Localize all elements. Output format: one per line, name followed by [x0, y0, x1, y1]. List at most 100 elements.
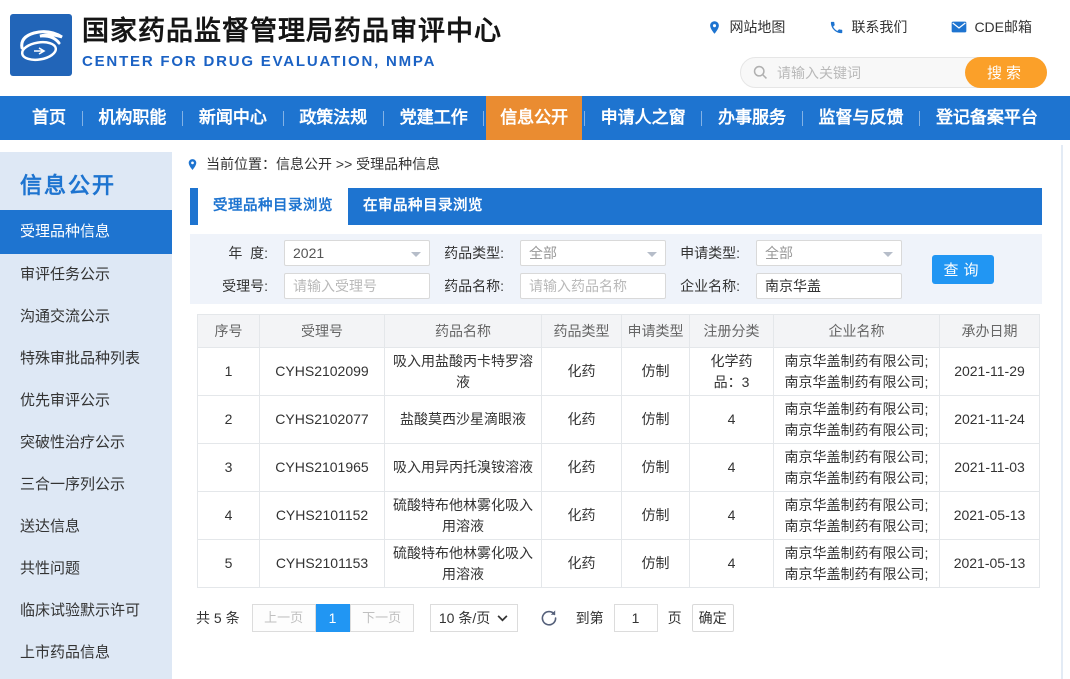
cell-drug-type: 化药: [542, 396, 622, 444]
sidebar-item-three-in-one[interactable]: 三合一序列公示: [0, 464, 172, 506]
nav-item-registration-platform[interactable]: 登记备案平台: [922, 96, 1052, 140]
nav-item-applicant-window[interactable]: 申请人之窗: [587, 96, 700, 140]
cell-drug-type: 化药: [542, 540, 622, 588]
nav-item-home[interactable]: 首页: [18, 96, 80, 140]
apply-type-select[interactable]: 全部: [756, 240, 902, 266]
nav-item-news[interactable]: 新闻中心: [185, 96, 281, 140]
phone-icon: [829, 20, 844, 35]
nav-item-functions[interactable]: 机构职能: [84, 96, 180, 140]
drug-type-select[interactable]: 全部: [520, 240, 666, 266]
sidebar-item-priority-review[interactable]: 优先审评公示: [0, 380, 172, 422]
main-nav: 首页 机构职能 新闻中心 政策法规 党建工作 信息公开 申请人之窗 办事服务 监…: [0, 96, 1070, 140]
year-select-value: 2021: [293, 245, 324, 261]
sidebar-item-marketed-drugs[interactable]: 上市药品信息: [0, 632, 172, 674]
cell-date: 2021-11-29: [940, 348, 1040, 396]
sidebar-item-review-tasks[interactable]: 审评任务公示: [0, 254, 172, 296]
table-row: 4 CYHS2101152 硫酸特布他林雾化吸入用溶液 化药 仿制 4 南京华盖…: [198, 492, 1040, 540]
current-page-button[interactable]: 1: [316, 604, 350, 632]
col-header-drug-type: 药品类型: [542, 315, 622, 348]
drug-name-input[interactable]: [520, 273, 666, 299]
total-count: 共 5 条: [196, 608, 240, 628]
year-select[interactable]: 2021: [284, 240, 430, 266]
filter-panel: 年 度: 2021 药品类型: 全部 申请类型: 全部: [190, 234, 1042, 304]
cell-reg-class: 4: [690, 444, 774, 492]
site-subtitle: CENTER FOR DRUG EVALUATION, NMPA: [82, 53, 502, 70]
sitemap-label: 网站地图: [729, 17, 785, 37]
nav-item-supervision[interactable]: 监督与反馈: [805, 96, 918, 140]
acceptance-no-input[interactable]: [284, 273, 430, 299]
goto-page-input[interactable]: [614, 604, 658, 632]
cell-index: 4: [198, 492, 260, 540]
page-size-select[interactable]: 10 条/页: [430, 604, 518, 632]
col-header-reg-class: 注册分类: [690, 315, 774, 348]
sitemap-link[interactable]: 网站地图: [707, 17, 785, 37]
cell-drug-type: 化药: [542, 444, 622, 492]
mailbox-label: CDE邮箱: [974, 17, 1032, 37]
nav-item-party[interactable]: 党建工作: [386, 96, 482, 140]
drug-name-filter: 药品名称:: [442, 273, 666, 299]
cell-reg-class: 化学药品：3: [690, 348, 774, 396]
company-name-input[interactable]: [756, 273, 902, 299]
cell-drug-name: 硫酸特布他林雾化吸入用溶液: [385, 540, 542, 588]
cell-drug-type: 化药: [542, 348, 622, 396]
drug-type-label: 药品类型:: [442, 243, 504, 263]
sidebar-item-communication[interactable]: 沟通交流公示: [0, 296, 172, 338]
tab-bar: 受理品种目录浏览 在审品种目录浏览: [190, 188, 1042, 225]
nav-divider: [802, 111, 803, 126]
filter-row-1: 年 度: 2021 药品类型: 全部 申请类型: 全部: [206, 240, 1042, 266]
cell-acceptance-no: CYHS2101965: [260, 444, 385, 492]
drug-type-filter: 药品类型: 全部: [442, 240, 666, 266]
cell-company: 南京华盖制药有限公司;南京华盖制药有限公司;: [774, 396, 940, 444]
header-quick-links: 网站地图 联系我们 CDE邮箱: [707, 17, 1032, 37]
sidebar-item-special-approval[interactable]: 特殊审批品种列表: [0, 338, 172, 380]
page-edge-divider: [1061, 145, 1063, 679]
cell-acceptance-no: CYHS2101153: [260, 540, 385, 588]
cell-apply-type: 仿制: [622, 540, 690, 588]
query-button[interactable]: 查询: [932, 255, 994, 284]
year-label: 年 度:: [206, 243, 268, 263]
apply-type-label: 申请类型:: [678, 243, 740, 263]
sidebar-item-delivery-info[interactable]: 送达信息: [0, 506, 172, 548]
results-table: 序号 受理号 药品名称 药品类型 申请类型 注册分类 企业名称 承办日期 1 C…: [197, 314, 1040, 588]
col-header-company: 企业名称: [774, 315, 940, 348]
sidebar-item-accepted-varieties[interactable]: 受理品种信息: [0, 210, 172, 254]
cell-index: 3: [198, 444, 260, 492]
location-pin-icon: [186, 157, 199, 172]
cell-reg-class: 4: [690, 492, 774, 540]
next-page-button[interactable]: 下一页: [350, 604, 414, 632]
sidebar-item-breakthrough-therapy[interactable]: 突破性治疗公示: [0, 422, 172, 464]
mailbox-link[interactable]: CDE邮箱: [951, 17, 1032, 37]
cell-apply-type: 仿制: [622, 444, 690, 492]
drug-name-label: 药品名称:: [442, 276, 504, 296]
tab-accepted-catalog[interactable]: 受理品种目录浏览: [198, 188, 348, 225]
nav-item-info-disclosure[interactable]: 信息公开: [486, 96, 582, 140]
nav-item-policies[interactable]: 政策法规: [285, 96, 381, 140]
nav-divider: [584, 111, 585, 126]
breadcrumb: 当前位置：信息公开 >> 受理品种信息: [186, 154, 1042, 174]
confirm-button[interactable]: 确定: [692, 604, 734, 632]
col-header-apply-type: 申请类型: [622, 315, 690, 348]
map-pin-icon: [707, 20, 722, 35]
col-header-index: 序号: [198, 315, 260, 348]
nav-divider: [919, 111, 920, 126]
table-row: 1 CYHS2102099 吸入用盐酸丙卡特罗溶液 化药 仿制 化学药品：3 南…: [198, 348, 1040, 396]
company-name-filter: 企业名称:: [678, 273, 902, 299]
nav-divider: [182, 111, 183, 126]
refresh-button[interactable]: [540, 609, 558, 627]
cell-drug-name: 硫酸特布他林雾化吸入用溶液: [385, 492, 542, 540]
cde-logo[interactable]: [10, 14, 72, 76]
sidebar-menu: 受理品种信息 审评任务公示 沟通交流公示 特殊审批品种列表 优先审评公示 突破性…: [0, 210, 172, 674]
table-row: 2 CYHS2102077 盐酸莫西沙星滴眼液 化药 仿制 4 南京华盖制药有限…: [198, 396, 1040, 444]
contact-link[interactable]: 联系我们: [829, 17, 907, 37]
sidebar-item-common-issues[interactable]: 共性问题: [0, 548, 172, 590]
prev-page-button[interactable]: 上一页: [252, 604, 316, 632]
sidebar-item-clinical-trial-license[interactable]: 临床试验默示许可: [0, 590, 172, 632]
nav-item-services[interactable]: 办事服务: [704, 96, 800, 140]
search-button[interactable]: 搜索: [965, 57, 1047, 88]
chevron-down-icon: [647, 252, 657, 262]
nav-divider: [701, 111, 702, 126]
tab-under-review-catalog[interactable]: 在审品种目录浏览: [348, 188, 498, 225]
filter-row-2: 受理号: 药品名称: 企业名称:: [206, 273, 1042, 299]
cell-drug-name: 吸入用盐酸丙卡特罗溶液: [385, 348, 542, 396]
nav-divider: [383, 111, 384, 126]
